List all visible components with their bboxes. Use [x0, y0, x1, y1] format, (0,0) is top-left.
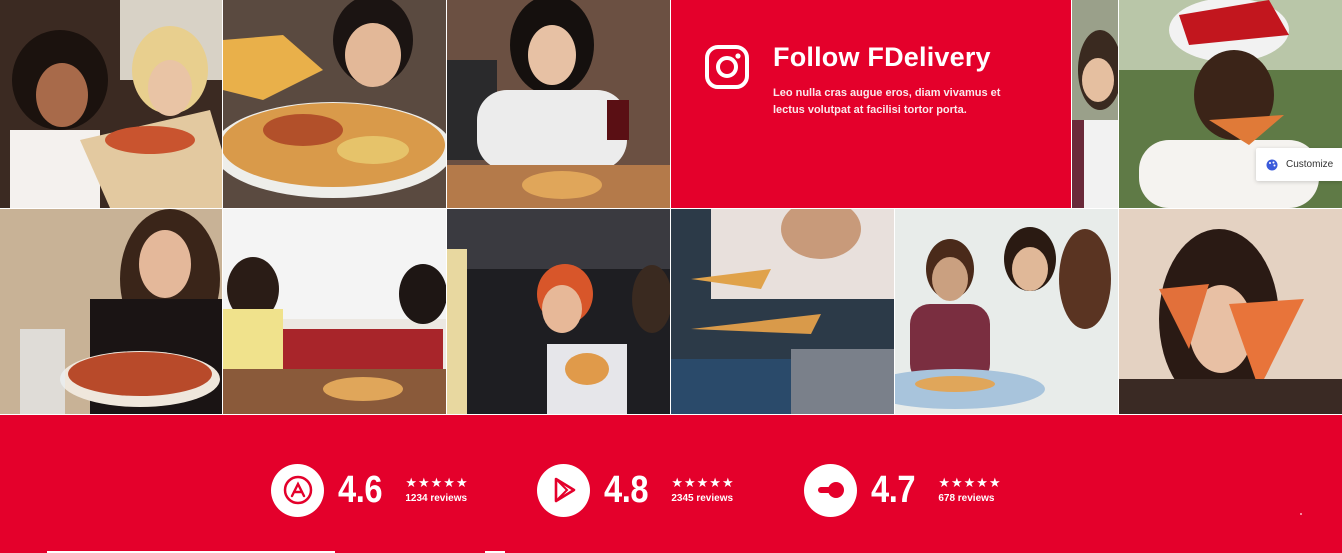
photo-hands-pizza-slices	[671, 209, 894, 414]
photo-group-in-car	[447, 209, 670, 414]
app-store-icon	[271, 463, 324, 517]
play-store-icon	[537, 463, 590, 517]
rating-stars: ★★★★★	[405, 475, 469, 490]
rating-score: 4.8	[604, 469, 649, 511]
rating-app-store[interactable]: 4.6 ★★★★★ 1234 reviews	[271, 462, 469, 518]
rating-score: 4.6	[338, 469, 383, 511]
review-count: 2345 reviews	[671, 493, 734, 504]
review-count: 1234 reviews	[405, 493, 468, 504]
follow-description: Leo nulla cras augue eros, diam vivamus …	[773, 87, 1001, 116]
rating-score: 4.7	[871, 469, 916, 511]
follow-title[interactable]: Follow FDelivery	[773, 44, 991, 71]
review-site-icon	[804, 463, 857, 517]
photo-three-friends-toast	[895, 209, 1118, 414]
review-count: 678 reviews	[938, 493, 995, 504]
photo-woman-eating-pizza	[0, 209, 222, 414]
photo-woman-holding-slices	[1119, 209, 1342, 414]
rating-google-play[interactable]: 4.8 ★★★★★ 2345 reviews	[537, 462, 735, 518]
follow-card: Follow FDelivery Leo nulla cras augue er…	[671, 0, 1071, 208]
rating-stars: ★★★★★	[671, 475, 735, 490]
photo-woman-smiling	[1072, 0, 1118, 208]
instagram-icon[interactable]	[705, 45, 749, 89]
customize-label: Customize	[1286, 159, 1334, 170]
photo-woman-pizza-wine	[447, 0, 670, 208]
ratings-band: 4.6 ★★★★★ 1234 reviews 4.8 ★★★★★ 2345 re…	[0, 415, 1342, 553]
customize-button[interactable]: Customize	[1256, 148, 1342, 181]
rating-stars: ★★★★★	[938, 475, 1002, 490]
photo-friends-pizza-box	[0, 0, 222, 208]
rating-review-site[interactable]: 4.7 ★★★★★ 678 reviews	[804, 462, 1002, 518]
palette-icon	[1266, 159, 1278, 170]
photo-cheesy-pizza	[223, 0, 446, 208]
photo-friends-at-table	[223, 209, 446, 414]
decorative-dot	[1300, 513, 1302, 515]
